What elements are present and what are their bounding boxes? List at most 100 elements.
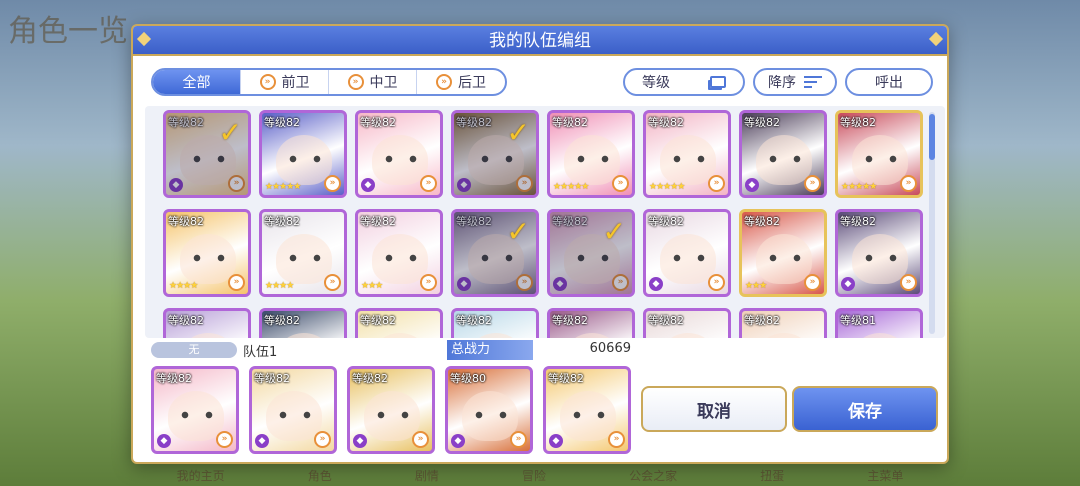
- position-icon: »: [608, 431, 625, 448]
- roster-character-card[interactable]: 等级82 ★★★★★ »: [835, 110, 923, 198]
- roster-character-card[interactable]: 等级82 ◆ »: [355, 110, 443, 198]
- checkmark-icon: ✓: [602, 215, 626, 248]
- roster-character-card[interactable]: 等级81»: [835, 308, 923, 338]
- level-label: 等级82: [168, 215, 204, 228]
- character-portrait: [756, 333, 812, 338]
- background-nav-item: 剧情: [414, 468, 439, 483]
- position-icon: »: [412, 431, 429, 448]
- portrait-eyes: [288, 155, 322, 163]
- level-label: 等级82: [352, 372, 388, 385]
- vanguard-icon: »: [259, 74, 276, 90]
- character-portrait: [372, 333, 428, 338]
- roster-character-card[interactable]: 等级82 ◆ » ✓: [163, 110, 251, 198]
- character-portrait: [180, 333, 236, 338]
- level-label: 等级82: [648, 314, 684, 327]
- team-members: 等级82 ◆ » 等级82 ◆ » 等级82 ◆ » 等级80 ◆ » 等级82 ◆ »: [151, 366, 631, 454]
- position-icon: »: [708, 175, 725, 192]
- level-label: 等级82: [360, 215, 396, 228]
- unique-equipment-icon: ◆: [457, 277, 471, 291]
- team-character-card[interactable]: 等级82 ◆ »: [347, 366, 435, 454]
- character-portrait: [276, 333, 332, 338]
- tab-vanguard-label: 前卫: [281, 75, 310, 91]
- roster-character-card[interactable]: 等级82»: [355, 308, 443, 338]
- position-icon: »: [900, 274, 917, 291]
- portrait-eyes: [278, 411, 312, 419]
- scrollbar-thumb[interactable]: [929, 114, 935, 160]
- checkmark-icon: ✓: [506, 215, 530, 248]
- roster-character-card[interactable]: 等级82 ★★★★★ »: [259, 110, 347, 198]
- team-character-card[interactable]: 等级82 ◆ »: [543, 366, 631, 454]
- level-label: 等级82: [744, 215, 780, 228]
- tab-rearguard-label: 后卫: [458, 75, 486, 91]
- tab-midguard-label: 中卫: [369, 75, 398, 91]
- tab-vanguard[interactable]: » 前卫: [241, 70, 329, 94]
- save-button[interactable]: 保存: [792, 386, 938, 432]
- roster-grid: 等级82 ◆ » ✓ 等级82 ★★★★★ » 等级82 ◆ » 等级82 ◆ » ✓ 等级82 ★★★★★ »…: [163, 110, 923, 338]
- roster-character-card[interactable]: 等级82 ◆ »: [835, 209, 923, 297]
- position-icon: »: [324, 274, 341, 291]
- roster-character-card[interactable]: 等级82»: [259, 308, 347, 338]
- level-label: 等级80: [450, 372, 486, 385]
- roster-character-card[interactable]: 等级82 ★★★★ »: [259, 209, 347, 297]
- team-badge: 无: [151, 342, 237, 358]
- tab-all-label: 全部: [182, 75, 211, 91]
- level-label: 等级82: [168, 314, 204, 327]
- position-icon: »: [420, 175, 437, 192]
- roster-character-card[interactable]: 等级82»: [451, 308, 539, 338]
- portrait-eyes: [384, 254, 418, 262]
- level-label: 等级82: [648, 116, 684, 129]
- level-label: 等级82: [360, 314, 396, 327]
- character-portrait: [660, 333, 716, 338]
- sort-key-button[interactable]: 等级: [623, 68, 745, 96]
- roster-character-card[interactable]: 等级82 ◆ » ✓: [451, 209, 539, 297]
- portrait-eyes: [192, 254, 226, 262]
- roster-character-card[interactable]: 等级82 ★★★★ »: [163, 209, 251, 297]
- position-icon: »: [510, 431, 527, 448]
- roster-character-card[interactable]: 等级82 ◆ » ✓: [547, 209, 635, 297]
- roster-character-card[interactable]: 等级82»: [547, 308, 635, 338]
- roster-scroll-area[interactable]: 等级82 ◆ » ✓ 等级82 ★★★★★ » 等级82 ◆ » 等级82 ◆ » ✓ 等级82 ★★★★★ »…: [145, 106, 945, 338]
- team-character-card[interactable]: 等级82 ◆ »: [249, 366, 337, 454]
- portrait-eyes: [384, 155, 418, 163]
- position-icon: »: [900, 175, 917, 192]
- background-nav-item: 主菜单: [867, 468, 904, 483]
- star-rating: ★★★: [361, 281, 383, 291]
- background-title: 角色一览: [8, 14, 128, 49]
- roster-character-card[interactable]: 等级82 ◆ »: [739, 110, 827, 198]
- star-rating: ★★★★★: [553, 182, 589, 192]
- background-nav-item: 冒险: [521, 468, 546, 483]
- position-icon: »: [228, 274, 245, 291]
- roster-character-card[interactable]: 等级82 ◆ »: [643, 209, 731, 297]
- level-label: 等级82: [168, 116, 204, 129]
- roster-character-card[interactable]: 等级82»: [163, 308, 251, 338]
- window-icon: [710, 76, 726, 88]
- roster-character-card[interactable]: 等级82»: [739, 308, 827, 338]
- roster-character-card[interactable]: 等级82 ★★★ »: [739, 209, 827, 297]
- cancel-button[interactable]: 取消: [641, 386, 787, 432]
- character-portrait: [564, 333, 620, 338]
- portrait-eyes: [192, 155, 226, 163]
- roster-scrollbar[interactable]: [929, 112, 935, 334]
- recall-label: 呼出: [875, 75, 903, 91]
- roster-character-card[interactable]: 等级82 ★★★★★ »: [547, 110, 635, 198]
- team-edit-dialog: 我的队伍编组 全部 » 前卫 » 中卫 » 后卫 等级 降序 呼出 等级82 ◆» ✓ 等级…: [131, 24, 949, 464]
- team-character-card[interactable]: 等级80 ◆ »: [445, 366, 533, 454]
- roster-character-card[interactable]: 等级82 ◆ » ✓: [451, 110, 539, 198]
- tab-rearguard[interactable]: » 后卫: [417, 70, 505, 94]
- unique-equipment-icon: ◆: [361, 178, 375, 192]
- midguard-icon: »: [347, 74, 364, 90]
- background-nav-item: 我的主页: [176, 468, 225, 483]
- tab-midguard[interactable]: » 中卫: [329, 70, 417, 94]
- level-label: 等级82: [744, 314, 780, 327]
- tab-all[interactable]: 全部: [153, 70, 241, 94]
- level-label: 等级81: [840, 314, 876, 327]
- roster-character-card[interactable]: 等级82»: [643, 308, 731, 338]
- roster-character-card[interactable]: 等级82 ★★★★★ »: [643, 110, 731, 198]
- portrait-eyes: [480, 254, 514, 262]
- team-name: 队伍1: [243, 345, 278, 360]
- recall-button[interactable]: 呼出: [845, 68, 933, 96]
- team-character-card[interactable]: 等级82 ◆ »: [151, 366, 239, 454]
- roster-character-card[interactable]: 等级82 ★★★ »: [355, 209, 443, 297]
- sort-order-button[interactable]: 降序: [753, 68, 837, 96]
- unique-equipment-icon: ◆: [553, 277, 567, 291]
